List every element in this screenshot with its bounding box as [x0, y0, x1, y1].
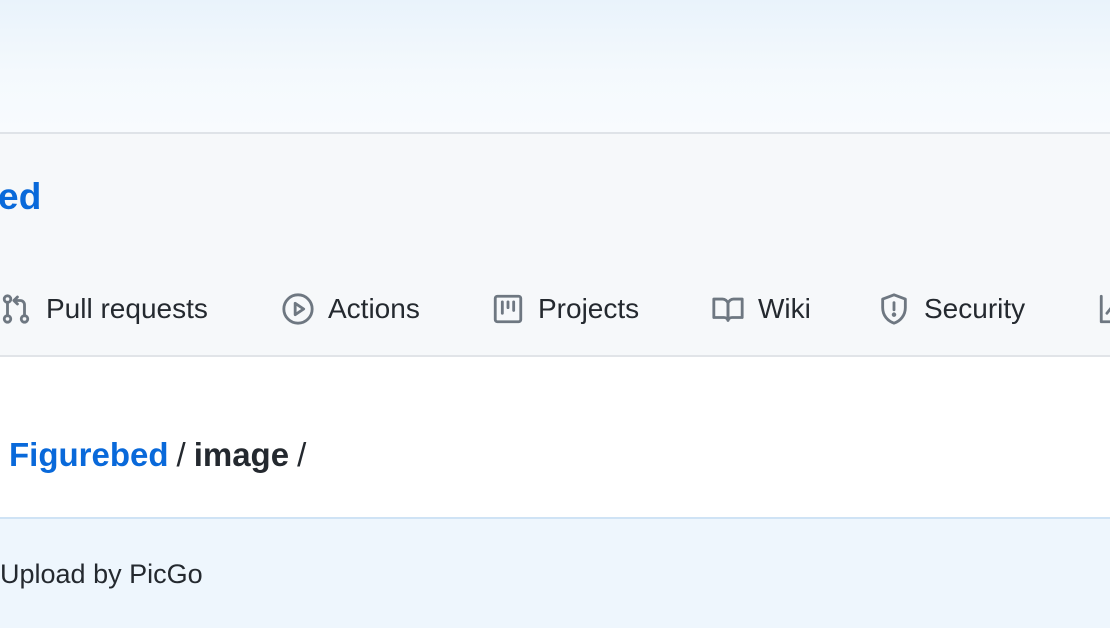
graph-icon	[1096, 291, 1110, 327]
tab-insights[interactable]	[1096, 284, 1110, 334]
tab-label: Projects	[538, 293, 640, 324]
tab-wiki[interactable]: Wiki	[710, 284, 811, 334]
breadcrumb-separator: /	[176, 436, 186, 473]
tab-label: Pull requests	[46, 293, 208, 324]
commit-message-link[interactable]: Upload by PicGo	[0, 556, 203, 592]
repo-nav-tabs: Pull requests Actions Projects Wiki Secu…	[0, 284, 1110, 334]
top-banner	[0, 0, 1110, 134]
breadcrumb-trailing-separator: /	[297, 436, 307, 473]
breadcrumb: Figurebed / image /	[9, 433, 314, 477]
breadcrumb-folder: image	[193, 436, 290, 473]
tab-label: Wiki	[758, 293, 811, 324]
repo-name-link[interactable]: ed	[0, 175, 42, 219]
breadcrumb-repo-link[interactable]: Figurebed	[9, 436, 169, 473]
book-icon	[710, 291, 746, 327]
tab-label: Actions	[328, 293, 420, 324]
shield-icon	[876, 291, 912, 327]
tab-projects[interactable]: Projects	[490, 284, 639, 334]
tab-security[interactable]: Security	[876, 284, 1025, 334]
tab-pull-requests[interactable]: Pull requests	[0, 284, 208, 334]
pull-request-icon	[0, 291, 34, 327]
tab-label: Security	[924, 293, 1026, 324]
play-icon	[280, 291, 316, 327]
project-board-icon	[490, 291, 526, 327]
tab-actions[interactable]: Actions	[280, 284, 420, 334]
